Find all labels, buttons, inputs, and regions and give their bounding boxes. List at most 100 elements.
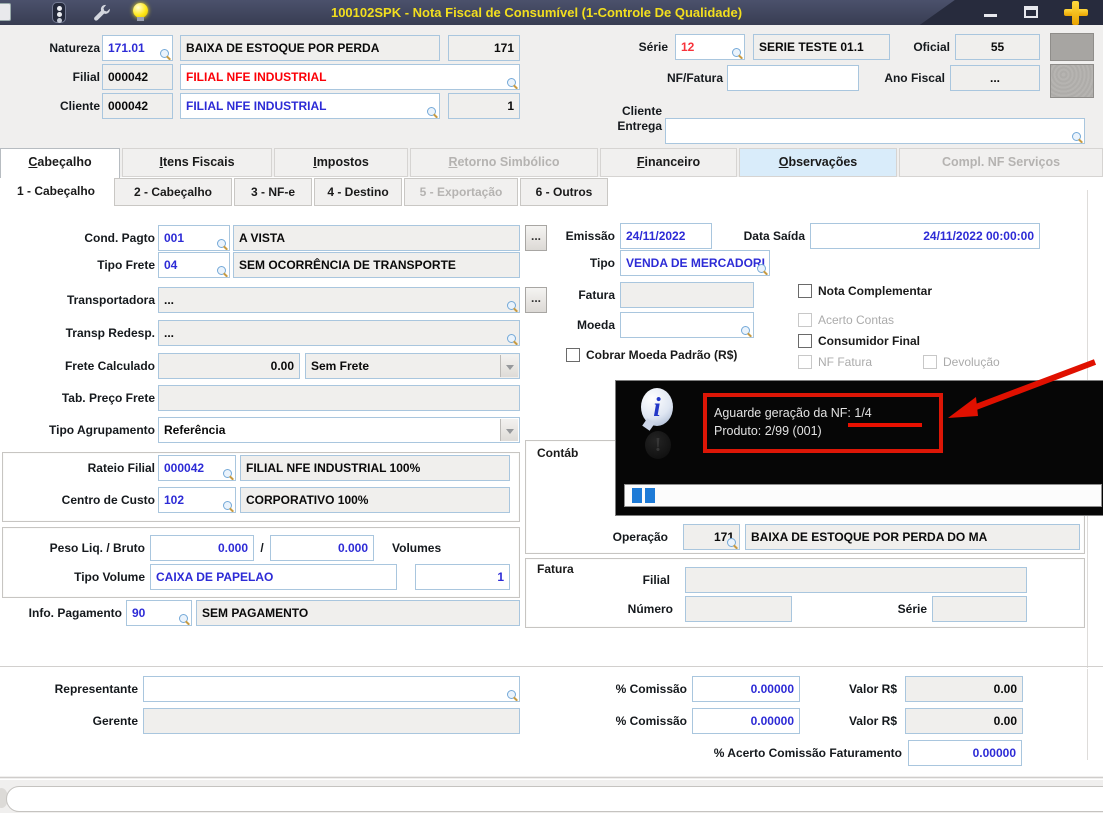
representante-field[interactable]: [143, 676, 520, 702]
tipo-frete-label: Tipo Frete: [97, 258, 155, 272]
rateio-filial-desc-field: FILIAL NFE INDUSTRIAL 100%: [240, 455, 510, 481]
filial-label: Filial: [72, 70, 100, 84]
subtab-6-outros[interactable]: 6 - Outros: [520, 178, 608, 206]
natureza-code-field[interactable]: 171.01: [102, 35, 173, 61]
subtab-5-exportacao: 5 - Exportação: [404, 178, 518, 206]
maximize-button[interactable]: [1024, 6, 1038, 18]
tab-impostos[interactable]: Impostos: [274, 148, 408, 177]
natureza-label: Natureza: [49, 41, 100, 55]
acerto-comissao-field[interactable]: 0.00000: [908, 740, 1022, 766]
lookup-magnifier-icon: [507, 334, 518, 345]
tipo-field[interactable]: VENDA DE MERCADORI: [620, 250, 770, 276]
emissao-label: Emissão: [565, 229, 615, 243]
tab-financeiro[interactable]: Financeiro: [600, 148, 737, 177]
tab-retorno-simbolico: Retorno Simbólico: [410, 148, 598, 177]
chevron-down-icon[interactable]: [500, 355, 518, 377]
lookup-magnifier-icon: [217, 266, 228, 277]
checkbox-nota-complementar[interactable]: [798, 284, 812, 298]
rateio-filial-label: Rateio Filial: [87, 461, 155, 475]
subtab-2-cabecalho[interactable]: 2 - Cabeçalho: [114, 178, 232, 206]
comissao1-field[interactable]: 0.00000: [692, 676, 800, 702]
comissao2-field[interactable]: 0.00000: [692, 708, 800, 734]
tipo-volume-field[interactable]: CAIXA DE PAPELAO: [150, 564, 397, 590]
operacao-desc-field: BAIXA DE ESTOQUE POR PERDA DO MA: [745, 524, 1080, 550]
annotation-underline: [848, 423, 922, 427]
title-bar: 100102SPK - Nota Fiscal de Consumível (1…: [0, 0, 1103, 25]
fatura-filial-field: [685, 567, 1027, 593]
checkbox-cobrar-moeda-padrao[interactable]: [566, 348, 580, 362]
cond-pagto-code-field[interactable]: 001: [158, 225, 230, 251]
lookup-magnifier-icon: [732, 48, 743, 59]
fatura-serie-field: [932, 596, 1027, 622]
data-saida-field[interactable]: 24/11/2022 00:00:00: [810, 223, 1040, 249]
transp-redesp-field[interactable]: ...: [158, 320, 520, 346]
peso-bruto-field[interactable]: 0.000: [270, 535, 374, 561]
lookup-magnifier-icon: [507, 690, 518, 701]
chevron-down-icon[interactable]: [500, 419, 518, 441]
cliente-desc-field[interactable]: FILIAL NFE INDUSTRIAL: [180, 93, 440, 119]
lookup-magnifier-icon: [217, 239, 228, 250]
subtab-4-destino[interactable]: 4 - Destino: [314, 178, 402, 206]
info-icon-reflection: !: [645, 431, 671, 459]
tipo-frete-code-field[interactable]: 04: [158, 252, 230, 278]
tipo-agrupamento-dropdown[interactable]: Referência: [158, 417, 520, 443]
transportadora-label: Transportadora: [66, 293, 155, 307]
nf-fatura-field[interactable]: [727, 65, 859, 91]
header-square-button-1[interactable]: [1050, 33, 1094, 61]
peso-separator: /: [260, 541, 264, 555]
tab-observacoes[interactable]: Observações: [739, 148, 897, 177]
emissao-field[interactable]: 24/11/2022: [620, 223, 712, 249]
volumes-label: Volumes: [392, 541, 442, 555]
filial-desc-field[interactable]: FILIAL NFE INDUSTRIAL: [180, 64, 520, 90]
rateio-filial-code-field[interactable]: 000042: [158, 455, 236, 481]
tab-itens-fiscais[interactable]: Itens Fiscais: [122, 148, 272, 177]
moeda-field[interactable]: [620, 312, 754, 338]
wrench-icon[interactable]: [92, 3, 111, 22]
frete-calculado-field: 0.00: [158, 353, 300, 379]
transportadora-field[interactable]: ...: [158, 287, 520, 313]
comissao2-label: % Comissão: [615, 714, 687, 728]
contabil-group-label: Contáb: [534, 446, 582, 461]
volumes-field[interactable]: 1: [415, 564, 510, 590]
lightbulb-icon[interactable]: [133, 3, 148, 21]
cliente-loja-field: 1: [448, 93, 520, 119]
lookup-magnifier-icon: [507, 301, 518, 312]
tab-compl-nf-servicos: Compl. NF Serviços: [899, 148, 1103, 177]
peso-liquido-field[interactable]: 0.000: [150, 535, 254, 561]
cliente-entrega-label-2: Entrega: [617, 119, 662, 133]
document-icon[interactable]: [0, 3, 11, 21]
window-title: 100102SPK - Nota Fiscal de Consumível (1…: [330, 5, 743, 20]
fatura-numero-field: [685, 596, 792, 622]
cobrar-moeda-padrao-label: Cobrar Moeda Padrão (R$): [586, 348, 738, 362]
info-pagamento-label: Info. Pagamento: [28, 606, 122, 620]
tipo-frete-desc-field: SEM OCORRÊNCIA DE TRANSPORTE: [233, 252, 520, 278]
info-pagamento-code-field[interactable]: 90: [126, 600, 192, 626]
subtab-1-cabecalho[interactable]: 1 - Cabeçalho: [0, 178, 112, 206]
lookup-magnifier-icon: [223, 469, 234, 480]
natureza-extra-field: 171: [448, 35, 520, 61]
subtab-3-nfe[interactable]: 3 - NF-e: [234, 178, 312, 206]
natureza-desc-field: BAIXA DE ESTOQUE POR PERDA: [180, 35, 440, 61]
cliente-entrega-field[interactable]: [665, 118, 1085, 144]
progress-block: [632, 488, 642, 503]
tab-cabecalho[interactable]: Cabeçalho: [0, 148, 120, 178]
consumidor-final-label: Consumidor Final: [818, 334, 920, 348]
header-square-button-2[interactable]: [1050, 64, 1094, 98]
minimize-button[interactable]: [984, 14, 997, 17]
checkbox-consumidor-final[interactable]: [798, 334, 812, 348]
checkbox-devolucao: [923, 355, 937, 369]
lookup-magnifier-icon: [427, 107, 438, 118]
oficial-field: 55: [955, 34, 1040, 60]
add-button[interactable]: [1063, 0, 1089, 25]
tipo-volume-label: Tipo Volume: [74, 570, 145, 584]
frete-tipo-dropdown[interactable]: Sem Frete: [305, 353, 520, 379]
info-icon: i: [641, 388, 673, 426]
representante-label: Representante: [54, 682, 138, 696]
nota-complementar-label: Nota Complementar: [818, 284, 933, 298]
centro-custo-code-field[interactable]: 102: [158, 487, 236, 513]
lookup-magnifier-icon: [179, 614, 190, 625]
status-bar: [6, 786, 1103, 812]
gerente-label: Gerente: [92, 714, 138, 728]
traffic-light-icon[interactable]: [52, 2, 66, 23]
serie-code-field[interactable]: 12: [675, 34, 745, 60]
